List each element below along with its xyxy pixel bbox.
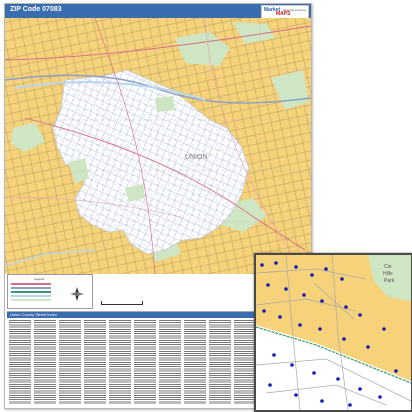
legend-road-swatch (11, 287, 51, 289)
title-bar: ZIP Code 07083 Market MAPS Mapping Ameri… (5, 4, 311, 19)
market-maps-logo: Market MAPS Mapping America (261, 5, 309, 19)
legend-title: Legend (34, 277, 45, 281)
index-column (184, 320, 206, 404)
index-column (84, 320, 106, 404)
north-arrow-icon (70, 287, 84, 301)
detail-inset: Cin Hills Park (254, 253, 412, 412)
legend-water-swatch (11, 295, 51, 297)
index-column (234, 320, 256, 404)
inset-park-label-2: Hills (383, 271, 393, 277)
index-column (34, 320, 56, 404)
legend-park-swatch (11, 299, 51, 301)
map-title: ZIP Code 07083 (10, 6, 62, 13)
street-map: UNION (5, 18, 311, 274)
legend-rail-swatch (11, 291, 51, 293)
inset-map: Cin Hills Park (256, 255, 411, 410)
place-label-union: UNION (185, 154, 208, 161)
index-column (209, 320, 231, 404)
logo-small-text: Mapping America (282, 8, 306, 12)
index-column (9, 320, 31, 404)
legend-highway-swatch (11, 283, 51, 285)
map-legend: Legend (7, 274, 93, 309)
scale-bar (101, 301, 143, 305)
inset-park-label-3: Park (384, 278, 395, 284)
index-column (109, 320, 131, 404)
index-column (159, 320, 181, 404)
inset-park-label-1: Cin (384, 264, 392, 270)
index-column (59, 320, 81, 404)
street-index-title: Union County Street Index (10, 312, 57, 317)
index-column (134, 320, 156, 404)
